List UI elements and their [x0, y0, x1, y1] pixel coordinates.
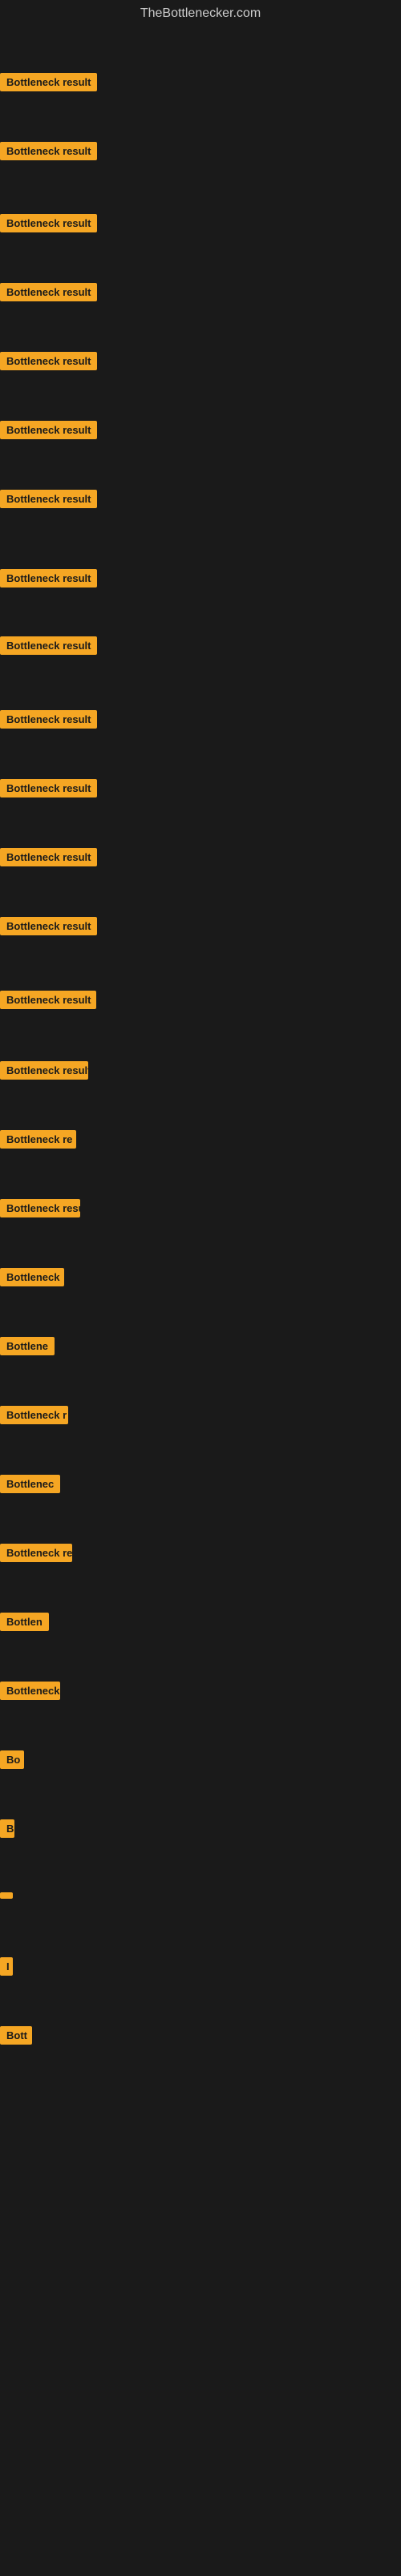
bottleneck-result-item	[0, 1888, 13, 1903]
bottleneck-result-item: Bottleneck result	[0, 283, 97, 305]
bottleneck-result-item: Bottleneck result	[0, 1061, 88, 1084]
bottleneck-result-item: Bottleneck	[0, 1268, 64, 1290]
bottleneck-label: Bottleneck result	[0, 142, 97, 160]
bottleneck-label: Bottleneck result	[0, 779, 97, 797]
bottleneck-label: Bott	[0, 2026, 32, 2045]
bottleneck-label: B	[0, 1819, 14, 1838]
bottleneck-result-item: Bottleneck result	[0, 710, 97, 733]
bottleneck-label: Bottleneck result	[0, 710, 97, 729]
bottleneck-label: Bottleneck result	[0, 917, 97, 935]
bottleneck-label: Bo	[0, 1750, 24, 1769]
bottleneck-result-item: Bottleneck result	[0, 569, 97, 592]
bottleneck-result-item: Bottleneck re	[0, 1130, 76, 1153]
bottleneck-result-item: I	[0, 1957, 13, 1980]
bottleneck-result-item: Bottleneck result	[0, 352, 97, 374]
bottleneck-result-item: Bottleneck result	[0, 636, 97, 659]
bottleneck-label: Bottleneck result	[0, 991, 96, 1009]
bottleneck-label: Bottleneck result	[0, 848, 97, 866]
bottleneck-result-item: Bottleneck result	[0, 779, 97, 801]
bottleneck-label: Bottleneck result	[0, 490, 97, 508]
bottleneck-label: Bottleneck r	[0, 1406, 68, 1424]
bottleneck-result-item: Bottleneck r	[0, 1406, 68, 1428]
bottleneck-result-item: Bottleneck result	[0, 917, 97, 939]
bottleneck-result-item: Bottleneck result	[0, 73, 97, 95]
bottleneck-result-item: Bottlenec	[0, 1475, 60, 1497]
bottleneck-label: Bottleneck result	[0, 569, 97, 587]
bottleneck-label: Bottlenec	[0, 1475, 60, 1493]
bottleneck-label: Bottleneck result	[0, 283, 97, 301]
bottleneck-result-item: Bottleneck resul	[0, 1199, 80, 1221]
bottleneck-label: Bottleneck	[0, 1268, 64, 1286]
bottleneck-result-item: Bottlen	[0, 1613, 49, 1635]
bottleneck-label: Bottleneck result	[0, 73, 97, 91]
bottleneck-label: Bottleneck result	[0, 214, 97, 232]
bottleneck-label: Bottleneck re	[0, 1130, 76, 1149]
bottleneck-label: Bottleneck	[0, 1682, 60, 1700]
bottleneck-label: Bottleneck result	[0, 636, 97, 655]
site-title: TheBottlenecker.com	[0, 0, 401, 27]
bottleneck-result-item: Bottleneck result	[0, 490, 97, 512]
bottleneck-result-item: Bottleneck result	[0, 991, 96, 1013]
bottleneck-label: Bottleneck result	[0, 352, 97, 370]
bottleneck-label: Bottlen	[0, 1613, 49, 1631]
bottleneck-label	[0, 1892, 13, 1899]
bottleneck-label: Bottleneck result	[0, 421, 97, 439]
bottleneck-label: Bottleneck re	[0, 1544, 72, 1562]
bottleneck-result-item: Bottleneck re	[0, 1544, 72, 1566]
bottleneck-label: Bottlene	[0, 1337, 55, 1355]
bottleneck-result-item: Bo	[0, 1750, 24, 1773]
bottleneck-result-item: Bottleneck result	[0, 142, 97, 164]
bottleneck-result-item: Bottleneck result	[0, 421, 97, 443]
bottleneck-result-item: Bottleneck result	[0, 214, 97, 236]
bottleneck-result-item: B	[0, 1819, 14, 1842]
bottleneck-label: I	[0, 1957, 13, 1976]
bottleneck-result-item: Bottleneck result	[0, 848, 97, 870]
bottleneck-label: Bottleneck result	[0, 1061, 88, 1080]
bottleneck-result-item: Bott	[0, 2026, 32, 2049]
bottleneck-label: Bottleneck resul	[0, 1199, 80, 1217]
bottleneck-result-item: Bottlene	[0, 1337, 55, 1359]
bottleneck-result-item: Bottleneck	[0, 1682, 60, 1704]
